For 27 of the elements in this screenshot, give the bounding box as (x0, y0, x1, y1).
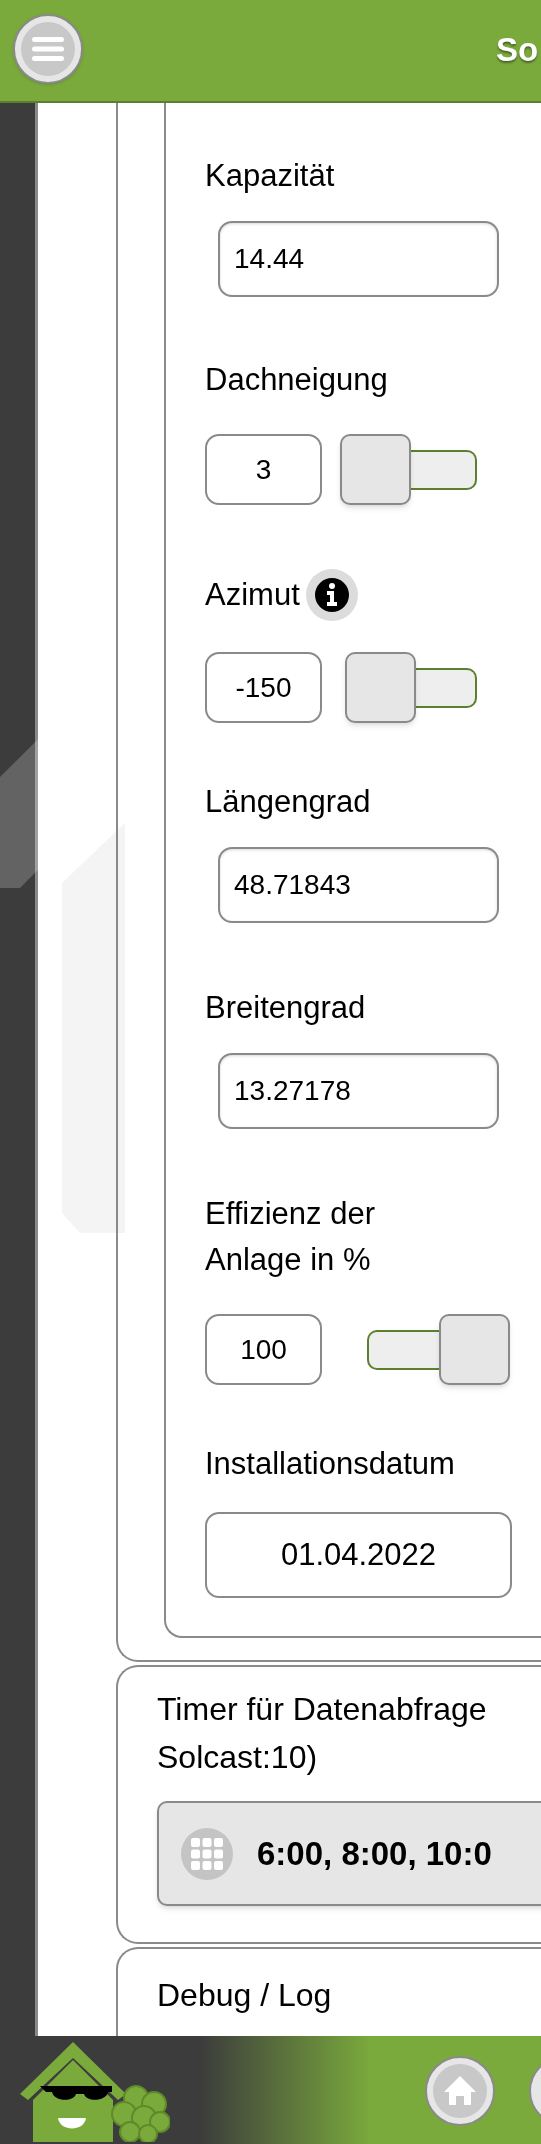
field-label: Installationsdatum (205, 1445, 455, 1483)
input-field[interactable]: 14.44 (218, 221, 499, 297)
input-field[interactable]: 13.27178 (218, 1053, 499, 1129)
field-label: Kapazität (205, 157, 335, 195)
grid-icon (181, 1827, 233, 1880)
input-field[interactable]: 48.71843 (218, 847, 499, 923)
field-label: Dachneigung (205, 361, 388, 399)
input-field[interactable]: -150 (205, 652, 322, 723)
field-label: Effizienz der Anlage in % (205, 1195, 375, 1279)
section-title: Debug / Log (157, 1976, 333, 2015)
home-icon (433, 2064, 487, 2118)
header-title: So (496, 33, 539, 66)
timer-label: Timer für Datenabfrage Solcast:10) (157, 1690, 488, 1777)
input-field[interactable]: 01.04.2022 (205, 1512, 512, 1598)
field-label: Breitengrad (205, 989, 366, 1027)
slider-thumb[interactable] (340, 434, 412, 505)
info-icon[interactable] (305, 569, 358, 621)
timer-button[interactable]: 6:00, 8:00, 10:0 (157, 1801, 541, 1906)
field-label: Längengrad (205, 783, 371, 821)
slider-track (367, 1330, 439, 1370)
input-field[interactable]: 100 (205, 1314, 322, 1385)
menu-icon (21, 22, 75, 76)
input-field[interactable]: 3 (205, 434, 322, 505)
slider-thumb[interactable] (439, 1314, 510, 1385)
slider-thumb[interactable] (345, 652, 417, 723)
field-label: Azimut (205, 576, 300, 614)
menu-button[interactable] (13, 14, 83, 84)
